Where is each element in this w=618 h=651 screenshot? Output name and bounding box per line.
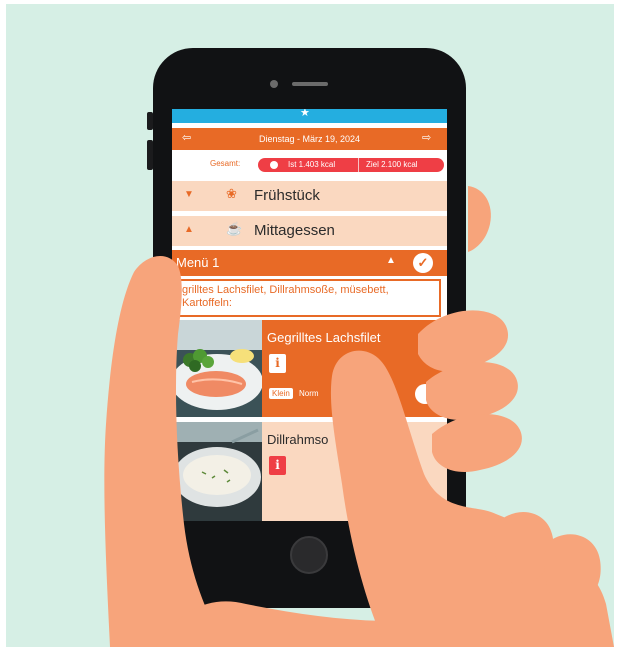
menu-header[interactable]: Menü 1 ▲ ✓	[172, 250, 447, 276]
meal-row-fruehstueck[interactable]: ▼ ❀ Frühstück	[172, 181, 447, 211]
meal-row-mittagessen[interactable]: ▲ ☕ Mittagessen	[172, 216, 447, 246]
portion-size-selector: Klein Norm	[269, 388, 319, 399]
salmon-dish-photo	[172, 320, 262, 417]
menu-description: grilltes Lachsfilet, Dillrahmsoße, müseb…	[176, 279, 441, 317]
arrow-right-icon[interactable]: ⇨	[422, 131, 431, 144]
sauce-dish-photo	[172, 422, 262, 521]
menu-title: Menü 1	[176, 255, 220, 270]
calorie-totals: Gesamt: Ist 1.403 kcal Ziel 2.100 kcal	[172, 153, 447, 177]
calories-ist: Ist 1.403 kcal	[288, 160, 336, 169]
bowl-icon: ☕	[226, 221, 243, 236]
menu-select-check-icon[interactable]: ✓	[413, 253, 433, 273]
phone-camera	[270, 80, 278, 88]
size-option-klein[interactable]: Klein	[269, 388, 293, 399]
croissant-icon: ❀	[226, 186, 237, 201]
collapse-arrow-icon[interactable]: ▲	[386, 255, 396, 266]
date-navigation-bar: ⇦ Dienstag - März 19, 2024 ⇨	[172, 128, 447, 150]
app-screen: ★ ⇦ Dienstag - März 19, 2024 ⇨ Gesamt: I…	[172, 109, 447, 521]
phone-volume-button	[147, 140, 153, 170]
phone-speaker	[292, 82, 328, 86]
phone-mute-switch	[147, 112, 153, 130]
info-icon[interactable]: i	[269, 456, 286, 475]
illustration-scene: ★ ⇦ Dienstag - März 19, 2024 ⇨ Gesamt: I…	[6, 4, 614, 647]
dish-name: Gegrilltes Lachsfilet	[267, 330, 381, 345]
menu-description-text: grilltes Lachsfilet, Dillrahmsoße, müseb…	[182, 284, 389, 309]
info-icon[interactable]: i	[269, 354, 286, 373]
dish-selected-check-icon[interactable]	[415, 384, 435, 404]
dish-name: Dillrahmso	[267, 432, 329, 447]
dish-card-dillrahmsosse[interactable]: Dillrahmso i	[172, 422, 447, 521]
phone-home-button	[290, 536, 328, 574]
pill-divider	[358, 158, 359, 172]
home-icon[interactable]: ★	[300, 109, 310, 119]
size-option-normal[interactable]: Norm	[299, 389, 319, 398]
dish-card-lachsfilet[interactable]: Gegrilltes Lachsfilet i Klein Norm	[172, 320, 447, 417]
current-date: Dienstag - März 19, 2024	[258, 134, 361, 144]
app-top-bar: ★	[172, 109, 447, 123]
status-dot-icon	[270, 161, 278, 169]
calories-ziel: Ziel 2.100 kcal	[366, 160, 418, 169]
totals-label: Gesamt:	[210, 159, 241, 168]
calorie-pill: Ist 1.403 kcal Ziel 2.100 kcal	[258, 158, 444, 172]
dish-select-radio-icon[interactable]	[416, 488, 434, 506]
meal-label: Mittagessen	[254, 222, 335, 239]
meal-label: Frühstück	[254, 187, 320, 204]
chevron-up-icon: ▲	[184, 224, 194, 235]
chevron-down-icon: ▼	[184, 189, 194, 200]
